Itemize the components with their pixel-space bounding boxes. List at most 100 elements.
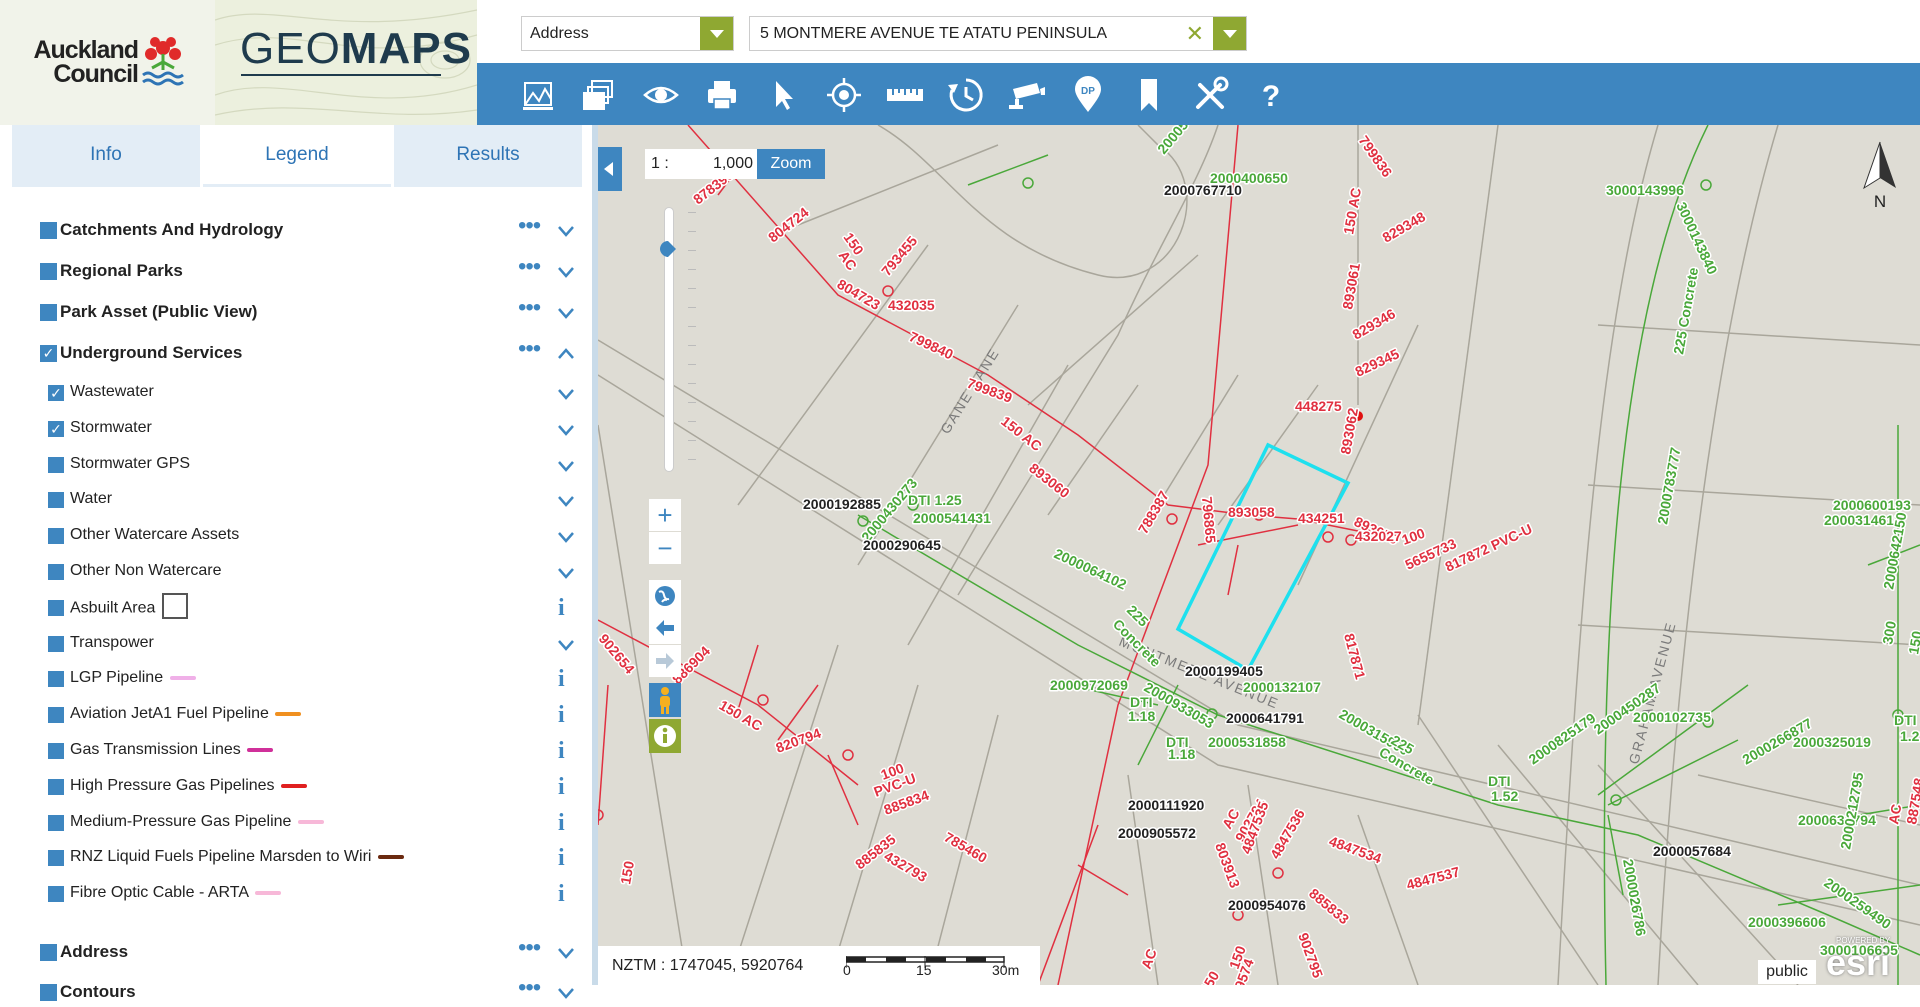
layer-row[interactable]: Transpower	[0, 629, 592, 659]
eye-icon[interactable]	[641, 75, 681, 115]
identify-info-icon[interactable]	[649, 719, 681, 753]
chevron-down-icon[interactable]	[556, 262, 576, 282]
auckland-council-logo[interactable]: Auckland Council	[0, 0, 215, 125]
layer-row[interactable]: Fibre Optic Cable - ARTA i	[0, 879, 592, 909]
layer-info-icon[interactable]: i	[558, 595, 565, 622]
tab-results[interactable]: Results	[394, 125, 582, 187]
layer-info-icon[interactable]: i	[558, 702, 565, 729]
chevron-down-icon[interactable]	[556, 221, 576, 241]
scale-input[interactable]: 1 : 1,000	[645, 149, 757, 179]
esri-logo[interactable]: esri	[1826, 942, 1890, 984]
street-view-pegman-icon[interactable]	[649, 683, 681, 717]
layer-row[interactable]: Regional Parks •••	[0, 255, 592, 286]
measure-ruler-icon[interactable]	[885, 75, 925, 115]
search-suggestions-arrow-icon[interactable]	[1213, 17, 1246, 50]
chevron-up-icon[interactable]	[556, 344, 576, 364]
clear-search-icon[interactable]: ✕	[1186, 17, 1204, 50]
chevron-down-icon[interactable]	[556, 491, 576, 511]
layer-row[interactable]: ✓ Wastewater	[0, 378, 592, 408]
basemap-icon[interactable]	[519, 75, 559, 115]
chevron-down-icon[interactable]	[556, 420, 576, 440]
layer-row[interactable]: Contours •••	[0, 976, 592, 1007]
layer-row[interactable]: LGP Pipeline i	[0, 664, 592, 694]
layer-row[interactable]: Gas Transmission Lines i	[0, 736, 592, 766]
layer-row[interactable]: ✓ Underground Services •••	[0, 337, 592, 368]
layer-row[interactable]: Asbuilt Area i	[0, 593, 592, 623]
layer-checkbox[interactable]	[40, 944, 57, 961]
layer-row[interactable]: Other Watercare Assets	[0, 521, 592, 551]
layer-checkbox[interactable]	[48, 815, 64, 831]
chevron-down-icon[interactable]	[556, 983, 576, 1003]
tab-legend[interactable]: Legend	[203, 125, 391, 187]
dp-pin-icon[interactable]: DP	[1068, 75, 1108, 115]
layer-checkbox[interactable]	[48, 850, 64, 866]
chevron-down-icon[interactable]	[556, 943, 576, 963]
layer-more-options-icon[interactable]: •••	[518, 976, 541, 1000]
zoom-out-button[interactable]: −	[649, 532, 681, 564]
zoom-button[interactable]: Zoom	[757, 149, 825, 179]
layer-row[interactable]: Medium-Pressure Gas Pipeline i	[0, 808, 592, 838]
layer-row[interactable]: ✓ Stormwater	[0, 414, 592, 444]
layer-row[interactable]: Aviation JetA1 Fuel Pipeline i	[0, 700, 592, 730]
globe-icon[interactable]	[649, 580, 681, 612]
layer-checkbox[interactable]	[48, 779, 64, 795]
layer-checkbox[interactable]	[48, 528, 64, 544]
chevron-down-icon[interactable]	[556, 527, 576, 547]
layer-more-options-icon[interactable]: •••	[518, 214, 541, 238]
layer-checkbox[interactable]	[40, 263, 57, 280]
layers-icon[interactable]	[580, 75, 620, 115]
layer-more-options-icon[interactable]: •••	[518, 296, 541, 320]
chevron-down-icon[interactable]	[556, 635, 576, 655]
layer-info-icon[interactable]: i	[558, 774, 565, 801]
search-type-dropdown[interactable]: Address	[521, 16, 734, 51]
map-view[interactable]: GANE LANE MONTMERE AVENUE GRAHAM AVENUE …	[598, 125, 1920, 985]
layer-checkbox[interactable]	[40, 304, 57, 321]
layer-info-icon[interactable]: i	[558, 666, 565, 693]
search-type-dropdown-arrow-icon[interactable]	[700, 17, 733, 50]
layer-row[interactable]: Park Asset (Public View) •••	[0, 296, 592, 327]
layer-checkbox-checked[interactable]: ✓	[40, 345, 57, 362]
layer-row[interactable]: High Pressure Gas Pipelines i	[0, 772, 592, 802]
zoom-slider-handle[interactable]	[659, 240, 677, 258]
layer-info-icon[interactable]: i	[558, 810, 565, 837]
chevron-down-icon[interactable]	[556, 384, 576, 404]
chevron-down-icon[interactable]	[556, 303, 576, 323]
layer-info-icon[interactable]: i	[558, 881, 565, 908]
layer-checkbox[interactable]	[48, 457, 64, 473]
map-canvas[interactable]: GANE LANE MONTMERE AVENUE GRAHAM AVENUE …	[598, 125, 1920, 985]
history-icon[interactable]	[946, 75, 986, 115]
address-search-input[interactable]: 5 MONTMERE AVENUE TE ATATU PENINSULA ✕	[749, 16, 1247, 51]
layer-row[interactable]: Catchments And Hydrology •••	[0, 214, 592, 245]
layer-row[interactable]: RNZ Liquid Fuels Pipeline Marsden to Wir…	[0, 843, 592, 873]
layer-info-icon[interactable]: i	[558, 845, 565, 872]
previous-extent-icon[interactable]	[649, 612, 681, 644]
layer-more-options-icon[interactable]: •••	[518, 255, 541, 279]
layer-row[interactable]: Stormwater GPS	[0, 450, 592, 480]
select-arrow-icon[interactable]	[763, 75, 803, 115]
zoom-in-button[interactable]: +	[649, 499, 681, 531]
camera-icon[interactable]	[1007, 75, 1047, 115]
collapse-panel-button[interactable]	[598, 147, 622, 191]
layer-checkbox[interactable]	[40, 984, 57, 1001]
next-extent-icon[interactable]	[649, 645, 681, 677]
bookmark-icon[interactable]	[1129, 75, 1169, 115]
layer-checkbox[interactable]	[40, 222, 57, 239]
layer-row[interactable]: Address •••	[0, 936, 592, 967]
layer-info-icon[interactable]: i	[558, 738, 565, 765]
tools-icon[interactable]	[1190, 75, 1230, 115]
layer-checkbox[interactable]	[48, 886, 64, 902]
layer-more-options-icon[interactable]: •••	[518, 936, 541, 960]
tab-info[interactable]: Info	[12, 125, 200, 187]
layer-checkbox[interactable]	[48, 636, 64, 652]
layer-checkbox[interactable]	[48, 564, 64, 580]
layer-checkbox-checked[interactable]: ✓	[48, 385, 64, 401]
layer-row[interactable]: Water	[0, 485, 592, 515]
help-icon[interactable]: ?	[1251, 75, 1291, 115]
layer-checkbox[interactable]	[48, 743, 64, 759]
layer-more-options-icon[interactable]: •••	[518, 337, 541, 361]
layer-checkbox[interactable]	[48, 492, 64, 508]
layer-checkbox[interactable]	[48, 707, 64, 723]
layer-checkbox-checked[interactable]: ✓	[48, 421, 64, 437]
layer-checkbox[interactable]	[48, 671, 64, 687]
print-icon[interactable]	[702, 75, 742, 115]
